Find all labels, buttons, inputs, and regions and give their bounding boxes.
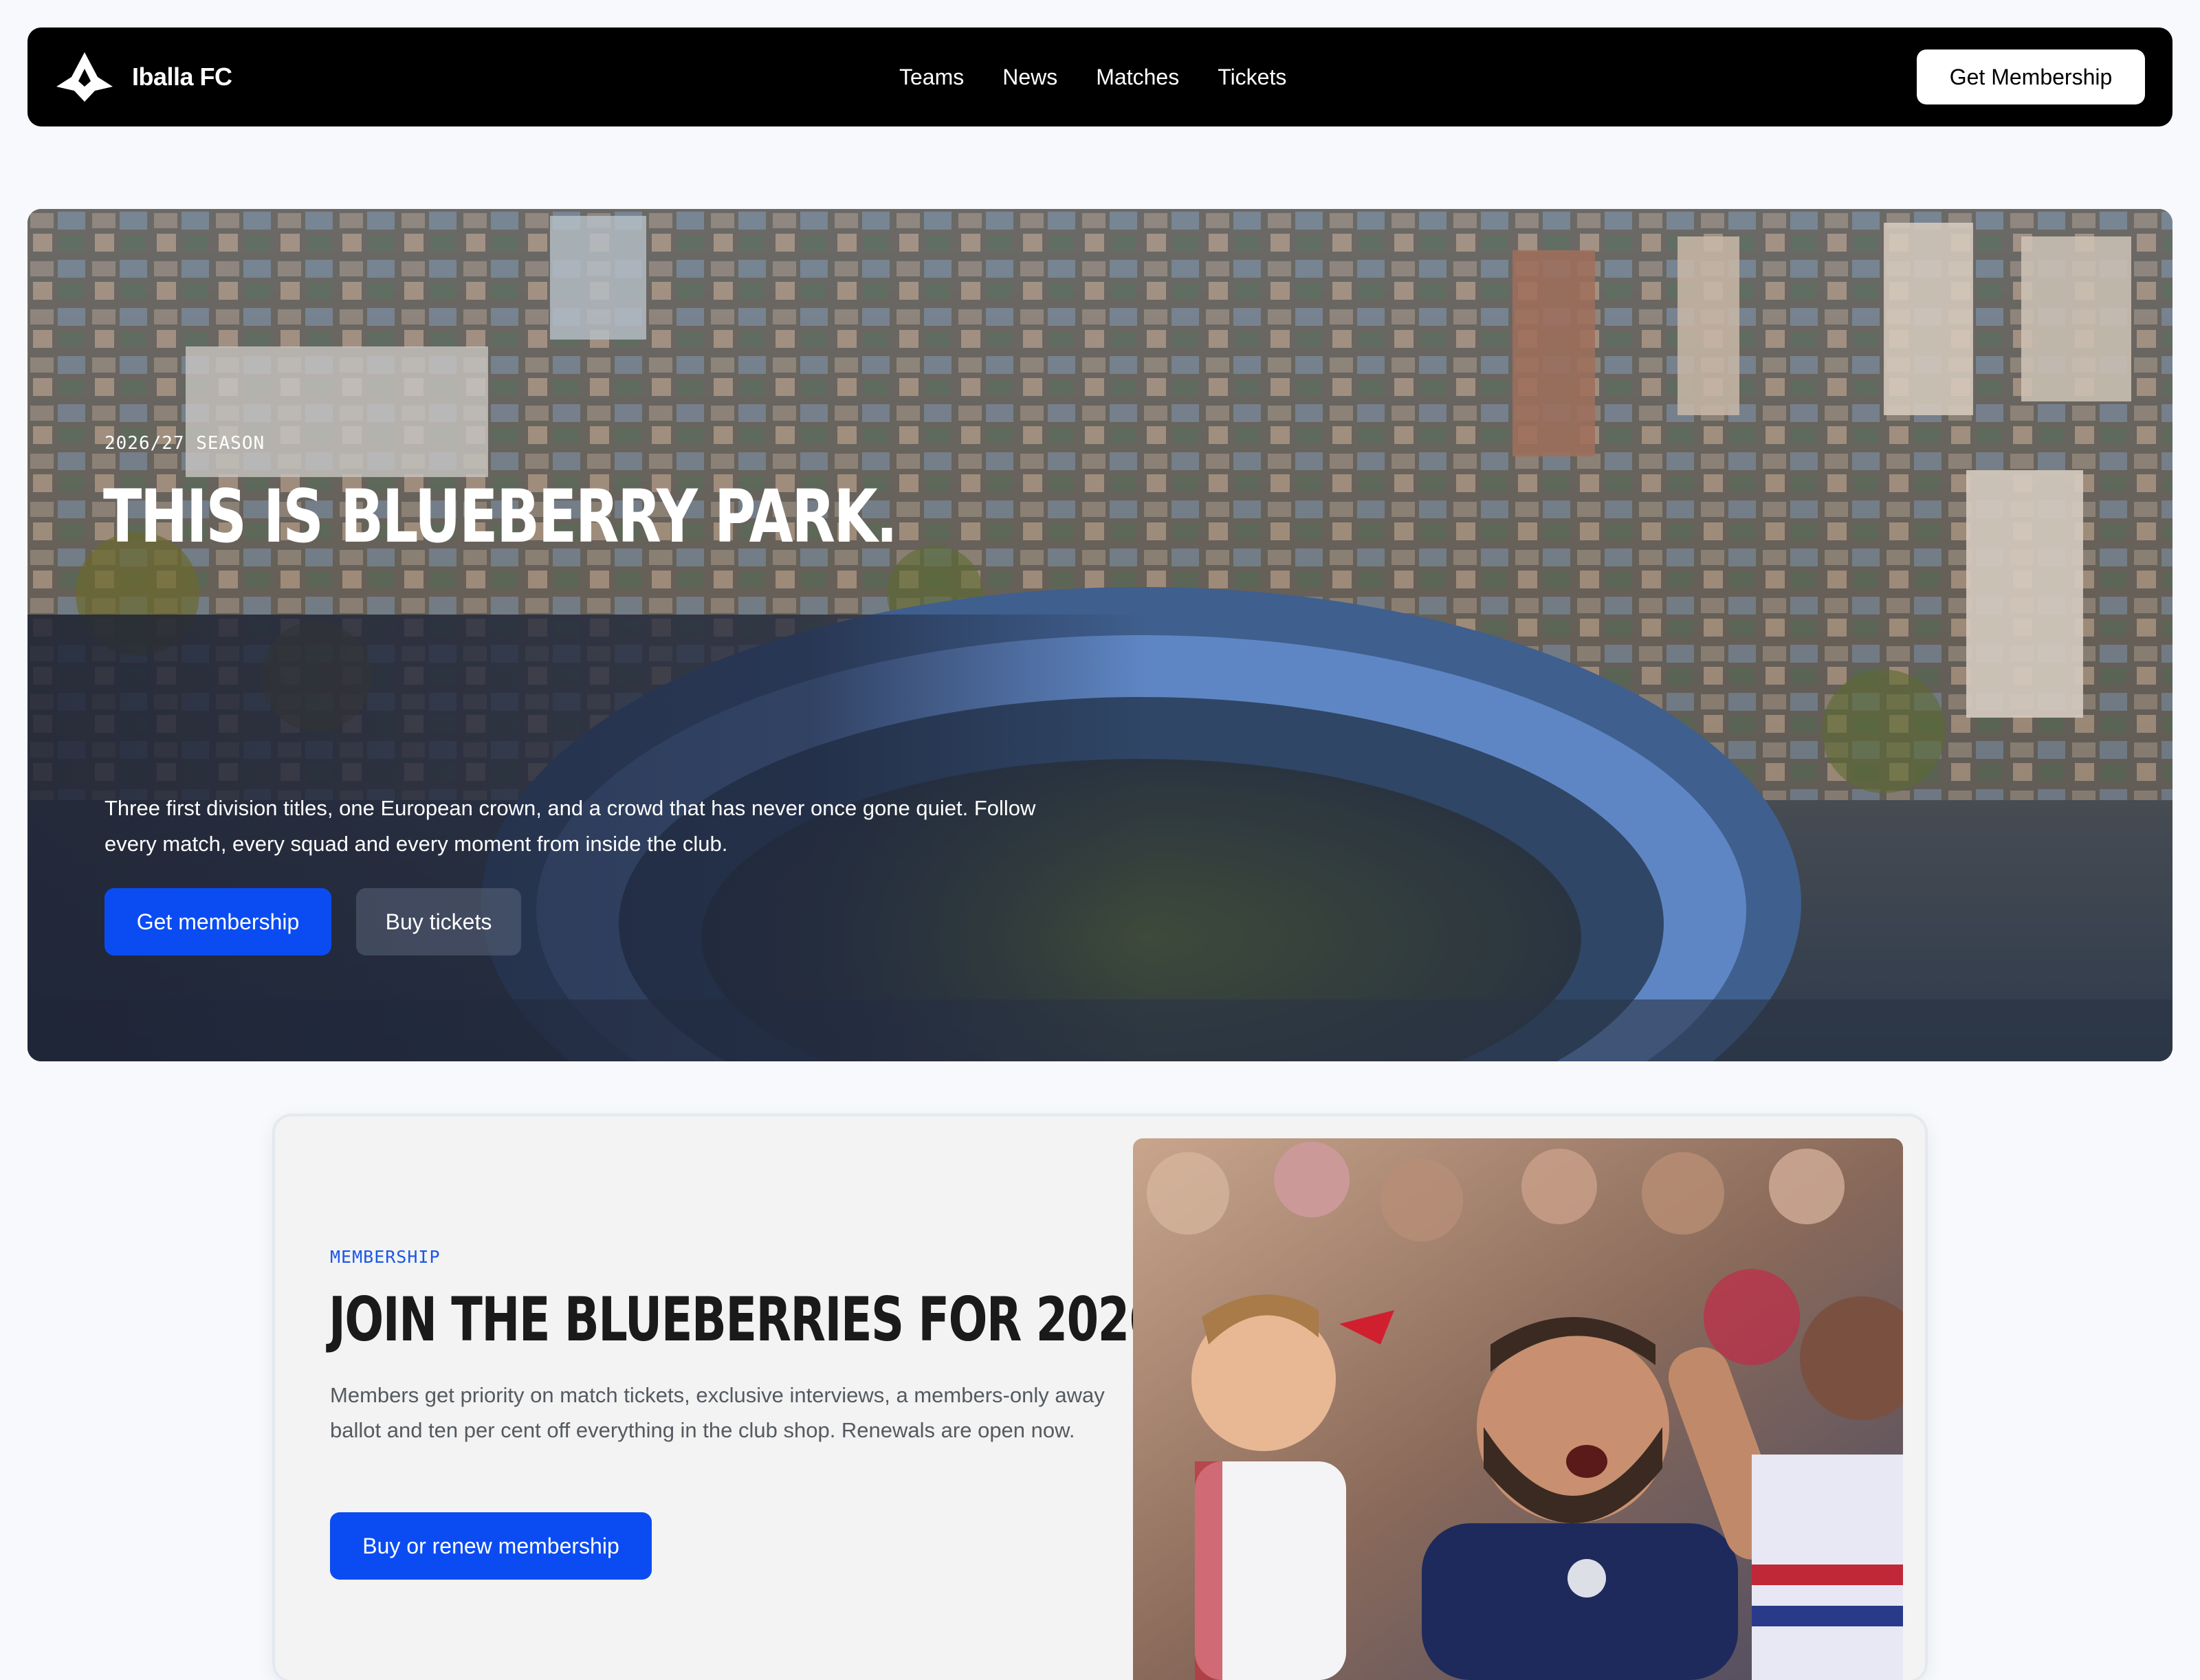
buy-renew-membership-button[interactable]: Buy or renew membership <box>330 1512 652 1580</box>
membership-card: MEMBERSHIP JOIN THE BLUEBERRIES FOR 2026… <box>275 1116 1925 1680</box>
brand[interactable]: Iballa FC <box>55 51 232 103</box>
hero-title: THIS IS BLUEBERRY PARK. <box>103 474 898 559</box>
hero-get-membership-button[interactable]: Get membership <box>104 888 331 955</box>
membership-eyebrow: MEMBERSHIP <box>330 1247 441 1267</box>
hero-eyebrow: 2026/27 SEASON <box>104 433 265 454</box>
hero-buy-tickets-button[interactable]: Buy tickets <box>356 888 521 955</box>
hero-section <box>28 209 2172 1061</box>
nav-link-matches[interactable]: Matches <box>1096 65 1179 90</box>
top-navbar: Iballa FC Teams News Matches Tickets Get… <box>28 27 2172 126</box>
nav-link-tickets[interactable]: Tickets <box>1218 65 1286 90</box>
membership-title: JOIN THE BLUEBERRIES FOR 2026/27 <box>329 1284 1238 1355</box>
brand-logo-icon <box>56 52 113 102</box>
membership-body: Members get priority on match tickets, e… <box>330 1383 1105 1442</box>
nav-link-teams[interactable]: Teams <box>899 65 964 90</box>
fans-photo <box>1133 1138 1903 1680</box>
get-membership-button[interactable]: Get Membership <box>1917 49 2145 104</box>
nav-link-news[interactable]: News <box>1002 65 1057 90</box>
main-nav: Teams News Matches Tickets <box>899 27 1286 126</box>
fans-photo-image <box>1133 1138 1903 1680</box>
brand-name: Iballa FC <box>132 63 232 91</box>
hero-subtitle: Three first division titles, one Europea… <box>104 796 1036 856</box>
